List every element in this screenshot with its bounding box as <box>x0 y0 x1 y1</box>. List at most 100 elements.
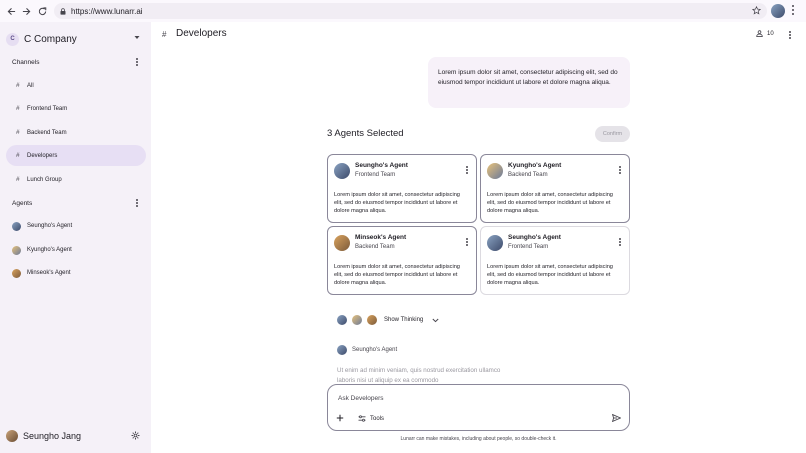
card-more-icon[interactable] <box>464 237 470 247</box>
responding-agent-name: Seungho's Agent <box>352 347 398 353</box>
agent-avatar <box>337 315 347 325</box>
user-avatar <box>6 430 18 442</box>
address-bar[interactable]: https://www.lunarr.ai <box>54 3 767 19</box>
streaming-response-text: Ut enim ad minim veniam, quis nostrud ex… <box>337 367 501 384</box>
agent-card-description: Lorem ipsum dolor sit amet, consectetur … <box>487 192 613 214</box>
chevron-down-icon[interactable] <box>432 318 439 323</box>
agent-avatar <box>337 345 347 355</box>
agent-avatar <box>12 245 21 255</box>
agent-card-kyungho-backend[interactable]: Kyungho's Agent Backend Team Lorem ipsum… <box>480 154 630 223</box>
tools-label: Tools <box>370 415 385 422</box>
card-more-icon[interactable] <box>617 165 623 175</box>
agent-label: Seungho's Agent <box>27 223 73 229</box>
tools-icon <box>358 415 366 422</box>
agent-card-minseok-backend[interactable]: Minseok's Agent Backend Team Lorem ipsum… <box>327 226 477 295</box>
message-input[interactable] <box>338 393 578 403</box>
agent-avatar <box>12 268 21 278</box>
agent-card-description: Lorem ipsum dolor sit amet, consectetur … <box>334 264 460 286</box>
agent-card-team: Frontend Team <box>355 172 396 178</box>
agents-selected-title: 3 Agents Selected <box>327 128 404 139</box>
user-message-bubble: Lorem ipsum dolor sit amet, consectetur … <box>428 57 630 108</box>
person-icon <box>756 30 763 37</box>
agents-header-label: Agents <box>12 199 33 207</box>
agent-card-team: Backend Team <box>355 244 395 250</box>
agent-item-minseok[interactable]: Minseok's Agent <box>6 263 146 283</box>
hash-icon: # <box>16 105 20 112</box>
tools-button[interactable]: Tools <box>358 415 384 422</box>
channel-hash-icon: # <box>162 30 167 39</box>
caret-down-icon[interactable] <box>134 35 140 40</box>
agent-card-team: Frontend Team <box>508 244 549 250</box>
channel-more-icon[interactable] <box>787 30 793 40</box>
agent-avatar <box>487 235 503 251</box>
show-thinking-label: Show Thinking <box>384 317 424 323</box>
hash-icon: # <box>16 82 20 89</box>
channel-label: Lunch Group <box>27 176 62 183</box>
browser-profile-avatar[interactable] <box>771 4 785 18</box>
message-composer: Tools <box>327 384 630 431</box>
company-name: C Company <box>24 33 77 45</box>
agent-avatar <box>334 235 350 251</box>
company-switcher[interactable]: C C Company <box>6 31 146 47</box>
agent-card-team: Backend Team <box>508 172 548 178</box>
company-avatar: C <box>6 32 19 46</box>
agent-avatar <box>487 163 503 179</box>
agent-avatar <box>334 163 350 179</box>
card-more-icon[interactable] <box>464 165 470 175</box>
agent-card-name: Minseok's Agent <box>355 234 407 241</box>
reload-icon[interactable] <box>34 3 50 19</box>
disclaimer-text: Lunarr can make mistakes, including abou… <box>400 436 557 442</box>
agent-item-kyungho[interactable]: Kyungho's Agent <box>6 240 146 260</box>
browser-toolbar: https://www.lunarr.ai <box>0 0 806 22</box>
show-thinking-toggle[interactable]: Show Thinking <box>337 315 439 325</box>
agent-label: Minseok's Agent <box>27 270 71 276</box>
agent-label: Kyungho's Agent <box>27 247 72 253</box>
url-text: https://www.lunarr.ai <box>71 6 143 16</box>
channel-item-frontend-team[interactable]: # Frontend Team <box>6 98 146 119</box>
agents-more-icon[interactable] <box>134 198 140 208</box>
channel-item-backend-team[interactable]: # Backend Team <box>6 122 146 143</box>
channels-header-label: Channels <box>12 58 40 66</box>
bookmark-star-icon[interactable] <box>752 6 761 15</box>
channels-section-header: Channels <box>12 57 140 67</box>
agent-card-description: Lorem ipsum dolor sit amet, consectetur … <box>487 264 613 286</box>
agent-avatar <box>352 315 362 325</box>
lock-icon <box>60 7 66 15</box>
channel-item-all[interactable]: # All <box>6 75 146 96</box>
responding-agent: Seungho's Agent <box>337 345 397 355</box>
current-user[interactable]: Seungho Jang <box>6 428 144 444</box>
channel-item-lunch-group[interactable]: # Lunch Group <box>6 169 146 190</box>
hash-icon: # <box>16 129 20 136</box>
agent-card-name: Kyungho's Agent <box>508 162 562 169</box>
gear-icon[interactable] <box>131 431 140 440</box>
browser-menu-icon[interactable] <box>790 4 796 16</box>
agent-card-name: Seungho's Agent <box>355 162 408 169</box>
channel-label: All <box>27 82 34 89</box>
channel-item-developers[interactable]: # Developers <box>6 145 146 166</box>
agent-card-description: Lorem ipsum dolor sit amet, consectetur … <box>334 192 460 214</box>
send-icon[interactable] <box>612 414 621 422</box>
agent-item-seungho[interactable]: Seungho's Agent <box>6 216 146 236</box>
back-arrow-icon[interactable] <box>3 3 19 19</box>
channel-label: Frontend Team <box>27 105 68 112</box>
plus-icon[interactable] <box>336 414 344 422</box>
hash-icon: # <box>16 152 20 159</box>
agent-avatar <box>367 315 377 325</box>
confirm-button[interactable]: Confirm <box>595 126 630 142</box>
forward-arrow-icon[interactable] <box>18 3 34 19</box>
agent-card-name: Seungho's Agent <box>508 234 561 241</box>
page-title: Developers <box>176 28 227 39</box>
agents-section-header: Agents <box>12 198 140 208</box>
members-button[interactable]: 10 <box>756 30 774 37</box>
agent-card-seungho-frontend[interactable]: Seungho's Agent Frontend Team Lorem ipsu… <box>327 154 477 223</box>
channels-more-icon[interactable] <box>134 57 140 67</box>
agent-card-seungho-frontend-2[interactable]: Seungho's Agent Frontend Team Lorem ipsu… <box>480 226 630 295</box>
channel-label: Developers <box>27 152 58 159</box>
member-count: 10 <box>767 30 774 37</box>
user-name: Seungho Jang <box>23 431 82 441</box>
channel-label: Backend Team <box>27 129 67 136</box>
hash-icon: # <box>16 176 20 183</box>
sidebar: C C Company Channels # All # Frontend Te… <box>0 22 151 453</box>
card-more-icon[interactable] <box>617 237 623 247</box>
agent-avatar <box>12 221 21 231</box>
